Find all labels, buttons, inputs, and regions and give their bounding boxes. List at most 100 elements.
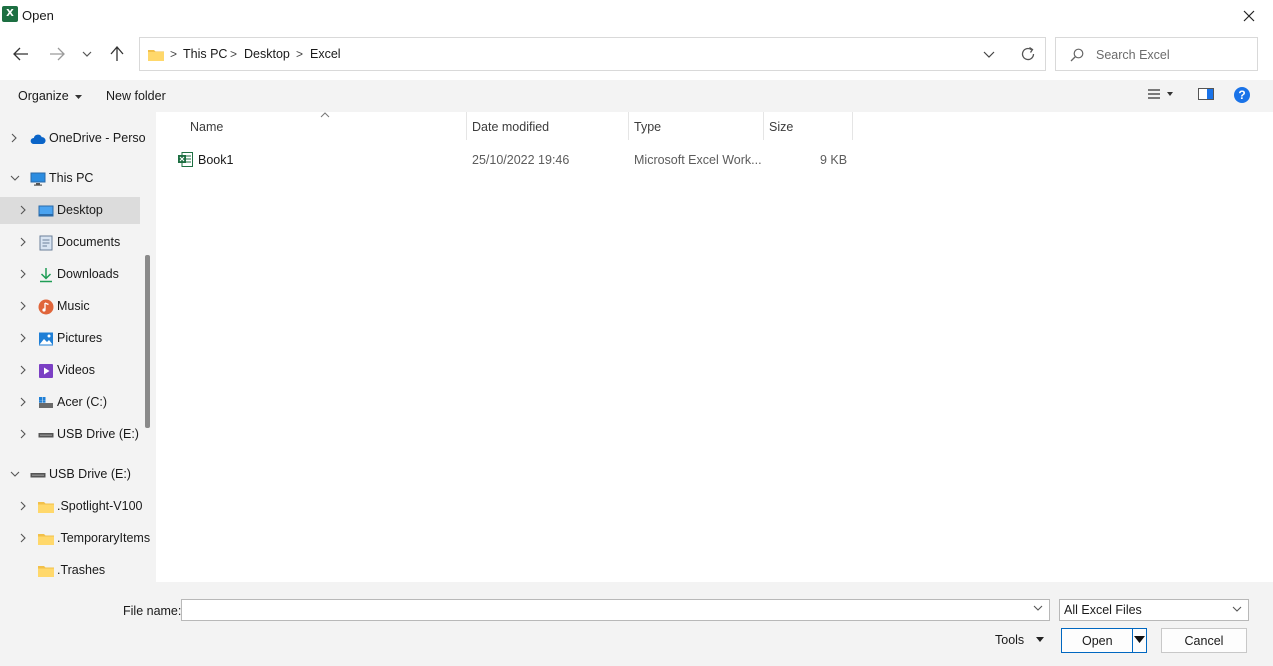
chevron-right-icon (20, 501, 26, 511)
nav-item-downloads[interactable]: Downloads (0, 261, 140, 288)
up-button[interactable] (104, 41, 130, 67)
preview-pane-button[interactable] (1198, 87, 1214, 101)
column-divider[interactable] (852, 112, 853, 140)
tools-button[interactable]: Tools (995, 633, 1024, 647)
window-title: Open (22, 8, 54, 23)
address-history-button[interactable] (982, 47, 996, 61)
chevron-right-icon (11, 133, 17, 143)
nav-item-label: Desktop (57, 203, 103, 217)
breadcrumb-excel[interactable]: Excel (310, 47, 341, 61)
file-name-combobox[interactable] (181, 599, 1050, 621)
column-divider[interactable] (628, 112, 629, 140)
nav-item-label: Acer (C:) (57, 395, 107, 409)
nav-item-pictures[interactable]: Pictures (0, 325, 140, 352)
nav-item-label: Documents (57, 235, 121, 249)
arrow-up-icon (110, 46, 124, 61)
nav-item-label: OneDrive - Perso (49, 131, 146, 145)
file-list[interactable]: Name Date modified Type Size Book1 25/10… (156, 112, 1273, 582)
breadcrumb-desktop[interactable]: Desktop (244, 47, 290, 61)
details-view-icon (1148, 89, 1160, 99)
navigation-scrollbar[interactable] (145, 255, 150, 428)
breadcrumb-separator: > (170, 47, 178, 61)
pictures-icon (39, 332, 53, 346)
open-label: Open (1082, 634, 1113, 648)
chevron-down-icon[interactable] (1033, 605, 1043, 611)
close-button[interactable] (1232, 0, 1266, 32)
column-header-name[interactable]: Name (190, 120, 223, 134)
nav-item-this-pc[interactable]: This PC (0, 165, 140, 192)
title-bar: X Open (0, 0, 1273, 32)
chevron-right-icon (20, 429, 26, 439)
open-options-icon[interactable] (1134, 636, 1145, 644)
command-bar: Organize New folder ? (0, 80, 1273, 112)
file-name-label: File name: (123, 604, 182, 618)
back-button[interactable] (8, 41, 34, 67)
date-modified-cell: 25/10/2022 19:46 (472, 153, 570, 167)
nav-item-label: This PC (49, 171, 94, 185)
file-name-input[interactable] (186, 602, 1030, 620)
help-icon[interactable]: ? (1234, 87, 1250, 103)
caret-down-icon[interactable] (1036, 637, 1044, 642)
open-button[interactable]: Open (1061, 628, 1147, 653)
breadcrumb-this-pc[interactable]: This PC (183, 47, 227, 61)
nav-item-trashes[interactable]: .Trashes (0, 557, 140, 582)
download-icon (40, 268, 52, 283)
chevron-down-icon (10, 175, 20, 181)
dialog-footer: File name: All Excel Files Tools Open Ca… (0, 582, 1273, 666)
table-row[interactable]: Book1 25/10/2022 19:46 Microsoft Excel W… (156, 142, 856, 178)
search-input[interactable] (1094, 45, 1258, 65)
arrow-left-icon (13, 47, 28, 61)
folder-icon (38, 534, 54, 545)
search-box[interactable] (1055, 37, 1258, 71)
change-view-button[interactable] (1147, 87, 1173, 101)
new-folder-button[interactable]: New folder (106, 89, 166, 103)
breadcrumb-separator: > (230, 47, 238, 61)
cancel-label: Cancel (1184, 634, 1224, 648)
drive-icon (39, 397, 53, 408)
nav-item-usb-drive-e[interactable]: USB Drive (E:) (0, 421, 140, 448)
music-icon (38, 299, 54, 315)
file-type-select[interactable]: All Excel Files (1059, 599, 1249, 621)
column-divider[interactable] (466, 112, 467, 140)
arrow-right-icon (50, 47, 65, 61)
size-cell: 9 KB (820, 153, 848, 167)
nav-item-acer-c[interactable]: Acer (C:) (0, 389, 140, 416)
navigation-pane[interactable]: OneDrive - Perso This PC Desktop Documen… (0, 112, 156, 582)
chevron-down-icon (983, 51, 995, 58)
close-icon (1243, 10, 1255, 22)
folder-icon (148, 48, 164, 61)
nav-item-onedrive[interactable]: OneDrive - Perso (0, 125, 146, 152)
nav-item-label: .Trashes (57, 563, 106, 577)
search-icon (1070, 48, 1084, 62)
recent-locations-button[interactable] (74, 41, 100, 67)
nav-item-temporary-items[interactable]: .TemporaryItems (0, 525, 150, 552)
breadcrumb-separator: > (296, 47, 304, 61)
chevron-right-icon (20, 237, 26, 247)
nav-item-label: Pictures (57, 331, 103, 345)
nav-item-label: USB Drive (E:) (49, 467, 131, 481)
organize-button[interactable]: Organize (18, 89, 83, 103)
file-type-selected: All Excel Files (1064, 603, 1142, 617)
forward-button[interactable] (44, 41, 70, 67)
documents-icon (39, 235, 53, 251)
organize-label: Organize (18, 89, 69, 103)
refresh-button[interactable] (1020, 46, 1036, 62)
cancel-button[interactable]: Cancel (1161, 628, 1247, 653)
nav-item-label: .Spotlight-V100 (57, 499, 143, 513)
folder-icon (38, 566, 54, 577)
excel-app-icon: X (2, 6, 18, 22)
address-bar[interactable]: > This PC > Desktop > Excel (139, 37, 1046, 71)
nav-item-spotlight[interactable]: .Spotlight-V100 (0, 493, 143, 520)
chevron-right-icon (20, 533, 26, 543)
column-header-size[interactable]: Size (769, 120, 793, 134)
column-header-type[interactable]: Type (634, 120, 661, 134)
chevron-right-icon (20, 397, 26, 407)
nav-item-desktop[interactable]: Desktop (0, 197, 140, 224)
nav-item-music[interactable]: Music (0, 293, 140, 320)
videos-icon (39, 364, 53, 378)
column-header-date-modified[interactable]: Date modified (472, 120, 549, 134)
nav-item-usb-drive-e-root[interactable]: USB Drive (E:) (0, 461, 140, 488)
nav-item-videos[interactable]: Videos (0, 357, 140, 384)
column-divider[interactable] (763, 112, 764, 140)
nav-item-documents[interactable]: Documents (0, 229, 140, 256)
